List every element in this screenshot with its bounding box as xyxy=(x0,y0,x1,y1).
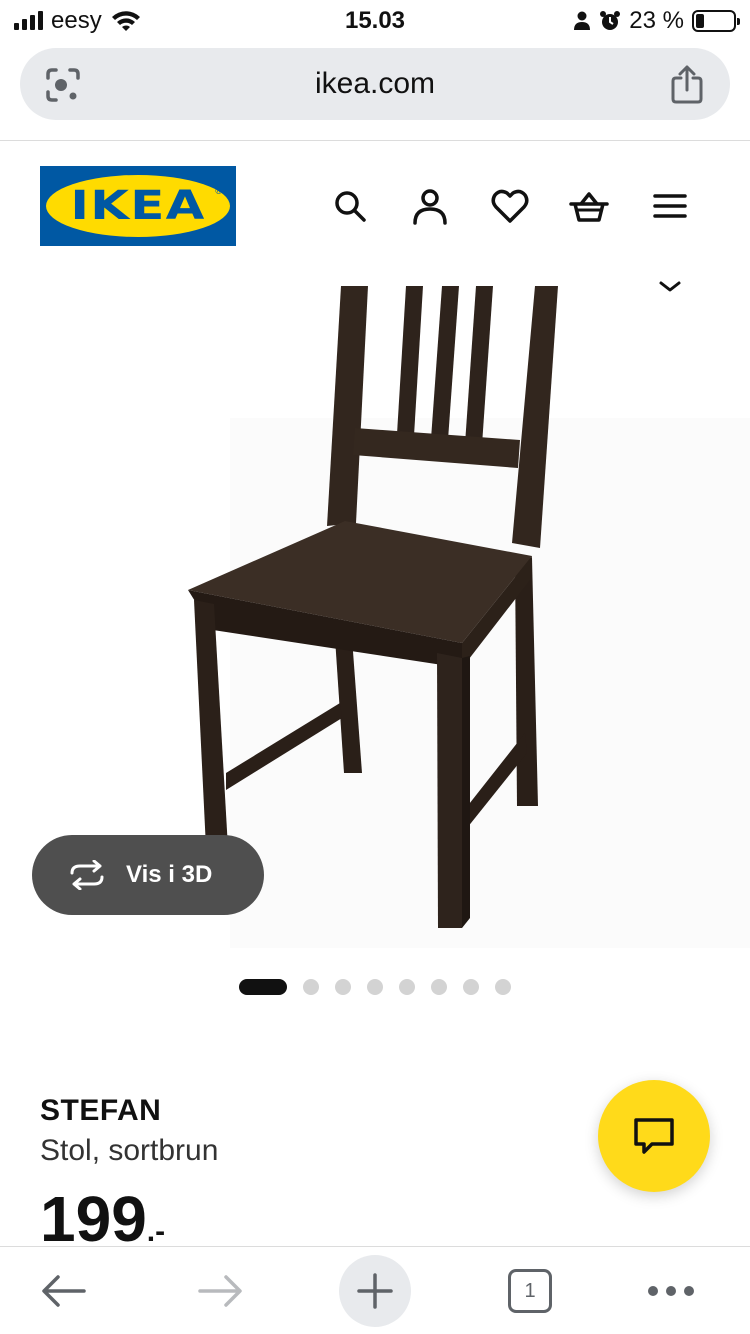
forward-arrow-icon xyxy=(198,1275,242,1307)
carousel-dot[interactable] xyxy=(399,979,415,995)
tab-switcher-button[interactable]: 1 xyxy=(504,1259,556,1323)
battery-fill xyxy=(696,14,705,28)
person-icon xyxy=(574,11,591,30)
product-description: Stol, sortbrun xyxy=(40,1134,219,1167)
more-dots-icon xyxy=(648,1286,694,1296)
carousel-dot[interactable] xyxy=(335,979,351,995)
logo-text: IKEA xyxy=(70,183,206,229)
chevron-down-icon[interactable] xyxy=(658,280,682,294)
more-menu-button[interactable] xyxy=(640,1259,702,1323)
new-tab-button[interactable] xyxy=(339,1255,411,1327)
share-icon[interactable] xyxy=(670,64,704,104)
tab-count: 1 xyxy=(524,1279,536,1302)
battery-icon xyxy=(692,10,740,32)
carousel-dot[interactable] xyxy=(495,979,511,995)
view-in-3d-label: Vis i 3D xyxy=(126,861,213,888)
carousel-dot[interactable] xyxy=(431,979,447,995)
chat-icon xyxy=(634,1118,674,1154)
back-arrow-icon xyxy=(42,1275,86,1307)
status-bar: eesy 15.03 23 % xyxy=(0,0,750,42)
rotate-3d-icon xyxy=(70,860,104,890)
chat-button[interactable] xyxy=(598,1080,710,1192)
carousel-dot[interactable] xyxy=(463,979,479,995)
toolbar-divider xyxy=(0,140,750,141)
basket-icon[interactable] xyxy=(569,186,609,226)
battery-percent: 23 % xyxy=(629,7,684,34)
image-carousel-indicator[interactable] xyxy=(239,978,511,996)
status-right: 23 % xyxy=(573,6,740,36)
search-icon[interactable] xyxy=(330,186,370,226)
price-suffix: .- xyxy=(146,1215,166,1248)
tabs-icon: 1 xyxy=(508,1269,552,1313)
address-bar[interactable]: ikea.com xyxy=(20,48,730,120)
browser-bottom-toolbar: 1 xyxy=(0,1246,750,1334)
carousel-dot[interactable] xyxy=(303,979,319,995)
menu-icon[interactable] xyxy=(650,186,690,226)
carousel-dot[interactable] xyxy=(367,979,383,995)
alarm-icon xyxy=(600,11,621,30)
logo-registered-mark: ® xyxy=(215,186,222,196)
price-value: 199 xyxy=(40,1183,147,1255)
carousel-dot-active[interactable] xyxy=(239,979,287,995)
user-icon[interactable] xyxy=(410,186,450,226)
product-name: STEFAN xyxy=(40,1094,162,1127)
plus-icon xyxy=(357,1273,393,1309)
url-text[interactable]: ikea.com xyxy=(20,48,730,120)
back-button[interactable] xyxy=(34,1259,94,1323)
view-in-3d-button[interactable]: Vis i 3D xyxy=(32,835,264,915)
ikea-logo[interactable]: IKEA ® xyxy=(40,166,236,246)
heart-icon[interactable] xyxy=(490,186,530,226)
forward-button[interactable] xyxy=(190,1259,250,1323)
